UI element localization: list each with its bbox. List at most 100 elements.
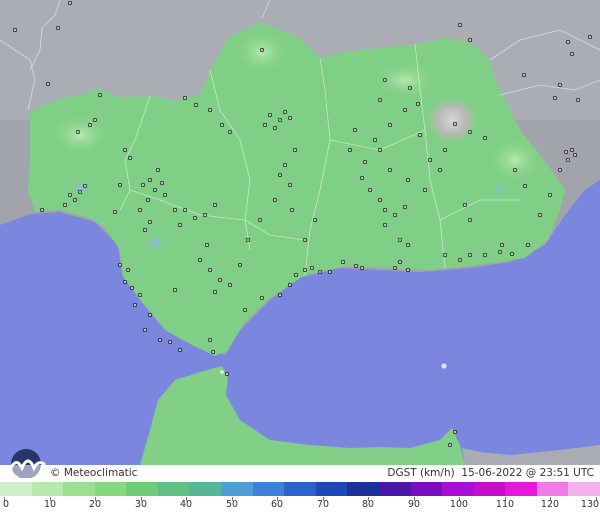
weather-station-marker (203, 213, 207, 217)
weather-station-marker (458, 258, 462, 262)
weather-station-marker (163, 193, 167, 197)
color-scale-swatch (284, 482, 316, 496)
weather-station-marker (143, 228, 147, 232)
color-scale-swatch (505, 482, 537, 496)
weather-station-marker (383, 223, 387, 227)
weather-station-marker (273, 126, 277, 130)
weather-station-marker (573, 153, 577, 157)
blue-patch (143, 233, 167, 253)
weather-station-marker (128, 156, 132, 160)
weather-station-marker (123, 148, 127, 152)
weather-station-marker (378, 148, 382, 152)
weather-station-marker (123, 280, 127, 284)
weather-station-marker (363, 160, 367, 164)
weather-station-marker (303, 268, 307, 272)
weather-station-marker (448, 443, 452, 447)
color-scale-swatch (63, 482, 95, 496)
weather-station-marker (443, 148, 447, 152)
weather-station-marker (63, 203, 67, 207)
weather-station-marker (205, 243, 209, 247)
weather-station-marker (220, 123, 224, 127)
weather-station-marker (453, 430, 457, 434)
weather-station-marker (158, 338, 162, 342)
weather-station-marker (368, 188, 372, 192)
weather-station-marker (328, 270, 332, 274)
weather-station-marker (213, 290, 217, 294)
weather-station-marker (146, 198, 150, 202)
weather-station-marker (522, 73, 526, 77)
light-patch (50, 115, 110, 155)
weather-station-marker (173, 208, 177, 212)
color-scale-legend: 0 10 20 30 40 50 60 70 80 90 100 110 120 130 (0, 482, 600, 517)
weather-station-marker (263, 123, 267, 127)
color-scale-swatch (252, 482, 285, 496)
map-caption: DGST (km/h) 15-06-2022 @ 23:51 UTC (387, 467, 594, 480)
weather-station-marker (416, 102, 420, 106)
weather-station-marker (428, 158, 432, 162)
weather-station-marker (260, 296, 264, 300)
scale-tick-label: 100 (449, 499, 469, 510)
weather-station-marker (143, 328, 147, 332)
weather-station-marker (378, 98, 382, 102)
weather-station-marker (126, 268, 130, 272)
weather-station-marker (283, 163, 287, 167)
weather-station-marker (393, 213, 397, 217)
weather-station-marker (258, 218, 262, 222)
weather-station-marker (388, 168, 392, 172)
weather-station-marker (211, 350, 215, 354)
weather-station-marker (318, 270, 322, 274)
weather-station-marker (68, 1, 72, 5)
weather-station-marker (225, 372, 229, 376)
weather-station-marker (260, 48, 264, 52)
weather-station-marker (570, 148, 574, 152)
weather-station-marker (148, 178, 152, 182)
weather-station-marker (168, 340, 172, 344)
weather-station-marker (468, 38, 472, 42)
scale-tick-label: 70 (316, 499, 330, 510)
weather-station-marker (183, 96, 187, 100)
weather-station-marker (406, 178, 410, 182)
scale-tick-label: 90 (407, 499, 421, 510)
weather-station-marker (564, 150, 568, 154)
light-patch (489, 138, 541, 182)
color-scale-bar (0, 482, 600, 496)
weather-station-marker (278, 173, 282, 177)
scale-tick-label: 130 (580, 499, 600, 510)
weather-station-marker (243, 308, 247, 312)
weather-station-marker (360, 266, 364, 270)
weather-station-marker (423, 188, 427, 192)
weather-station-marker (498, 250, 502, 254)
weather-station-marker (438, 168, 442, 172)
weather-station-marker (548, 193, 552, 197)
weather-station-marker (238, 263, 242, 267)
weather-station-marker (88, 123, 92, 127)
weather-station-marker (388, 123, 392, 127)
weather-station-marker (513, 168, 517, 172)
scale-tick-label: 120 (540, 499, 560, 510)
color-scale-swatch (31, 482, 64, 496)
weather-station-marker (341, 260, 345, 264)
color-scale-swatch (126, 482, 158, 496)
weather-station-marker (463, 203, 467, 207)
weather-station-marker (208, 338, 212, 342)
weather-station-marker (418, 133, 422, 137)
weather-station-marker (93, 118, 97, 122)
weather-station-marker (278, 118, 282, 122)
weather-station-marker (76, 130, 80, 134)
weather-station-marker (208, 108, 212, 112)
attribution-text: © Meteoclimatic (50, 467, 138, 479)
color-scale-swatch (315, 482, 348, 496)
weather-station-marker (483, 253, 487, 257)
weather-station-marker (178, 223, 182, 227)
weather-station-marker (153, 188, 157, 192)
timestamp: 15-06-2022 @ 23:51 UTC (461, 467, 594, 479)
weather-station-marker (141, 183, 145, 187)
weather-station-marker (228, 283, 232, 287)
weather-station-marker (246, 238, 250, 242)
weather-station-marker (408, 86, 412, 90)
weather-station-marker (218, 278, 222, 282)
weather-station-marker (130, 286, 134, 290)
weather-station-marker (406, 268, 410, 272)
weather-station-marker (558, 83, 562, 87)
weather-station-marker (453, 122, 457, 126)
